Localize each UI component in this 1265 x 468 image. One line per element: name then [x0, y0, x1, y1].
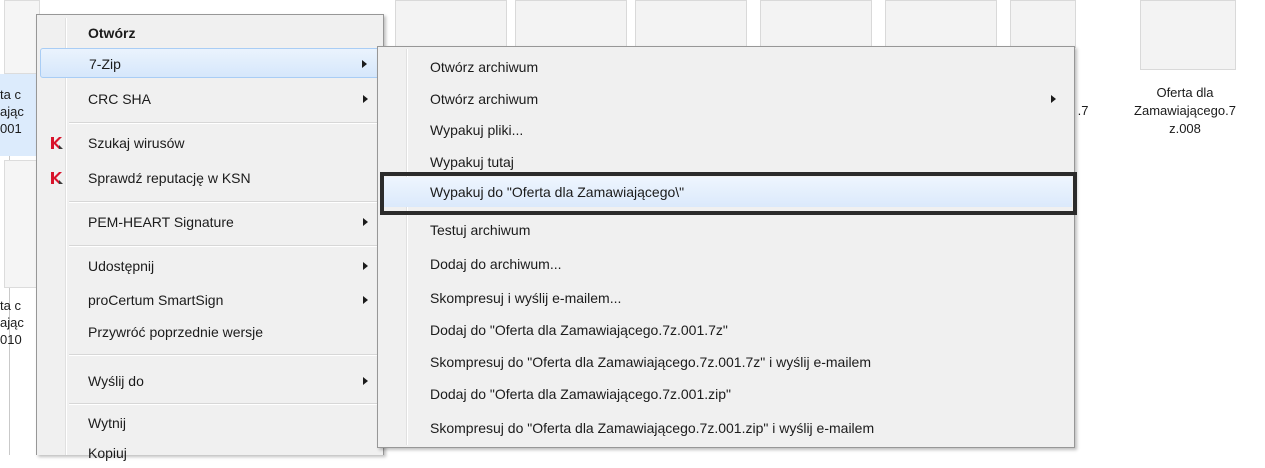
- menu-item-procertum[interactable]: proCertum SmartSign: [40, 285, 380, 315]
- context-menu: Otwórz 7-Zip CRC SHA Szukaj wirusów Spra…: [36, 14, 384, 461]
- submenu-item-label: Skompresuj do "Oferta dla Zamawiającego.…: [430, 420, 875, 436]
- submenu-item-label: Skompresuj do "Oferta dla Zamawiającego.…: [430, 354, 872, 370]
- menu-item-7zip[interactable]: 7-Zip: [40, 48, 380, 78]
- submenu-arrow-icon: [363, 262, 368, 270]
- menu-item-label: Sprawdź reputację w KSN: [88, 170, 251, 186]
- menu-item-pem-heart[interactable]: PEM-HEART Signature: [40, 207, 380, 237]
- submenu-arrow-icon: [1051, 95, 1056, 103]
- menu-item-label: Udostępnij: [88, 258, 155, 274]
- file-thumbnail[interactable]: [515, 0, 627, 48]
- menu-item-label: Szukaj wirusów: [88, 135, 185, 151]
- menu-separator: [69, 201, 380, 203]
- submenu-item-test-archive[interactable]: Testuj archiwum: [380, 215, 1072, 245]
- submenu-item-compress-7z-email[interactable]: Skompresuj do "Oferta dla Zamawiającego.…: [380, 347, 1072, 377]
- menu-item-label: Wyślij do: [88, 373, 144, 389]
- menu-item-cut[interactable]: Wytnij: [40, 408, 380, 438]
- submenu-item-open-archive-as[interactable]: Otwórz archiwum: [380, 84, 1072, 114]
- submenu-item-label: Dodaj do archiwum...: [430, 256, 562, 272]
- submenu-item-compress-email[interactable]: Skompresuj i wyślij e-mailem...: [380, 283, 1072, 313]
- kaspersky-icon: [51, 172, 63, 184]
- menu-item-label: Przywróć poprzednie wersje: [88, 324, 264, 340]
- menu-separator: [69, 245, 380, 247]
- submenu-item-label: Testuj archiwum: [430, 222, 531, 238]
- 7zip-submenu: Otwórz archiwum Otwórz archiwum Wypakuj …: [377, 46, 1075, 448]
- submenu-item-open-archive[interactable]: Otwórz archiwum: [380, 52, 1072, 82]
- submenu-arrow-icon: [363, 296, 368, 304]
- partial-file-name[interactable]: ta c ając 001: [0, 86, 36, 137]
- file-thumbnail[interactable]: [4, 0, 40, 74]
- menu-item-label: Otwórz: [88, 25, 136, 41]
- menu-item-label: PEM-HEART Signature: [88, 214, 234, 230]
- partial-file-name[interactable]: .7: [1076, 102, 1090, 120]
- highlight-callout-frame: [380, 172, 1077, 215]
- submenu-arrow-icon: [363, 377, 368, 385]
- menu-item-label: Kopiuj: [88, 445, 127, 461]
- file-name[interactable]: Oferta dla Zamawiającego.7 z.008: [1110, 84, 1260, 138]
- menu-item-send-to[interactable]: Wyślij do: [40, 366, 380, 396]
- submenu-arrow-icon: [362, 60, 367, 68]
- submenu-item-add-to-archive[interactable]: Dodaj do archiwum...: [380, 249, 1072, 279]
- kaspersky-icon: [51, 137, 63, 149]
- menu-item-label: CRC SHA: [88, 91, 152, 107]
- menu-separator: [69, 403, 380, 405]
- file-thumbnail[interactable]: [885, 0, 997, 48]
- partial-file-name[interactable]: ta c ając 010: [0, 297, 36, 348]
- submenu-item-label: Skompresuj i wyślij e-mailem...: [430, 290, 622, 306]
- submenu-item-compress-zip-email[interactable]: Skompresuj do "Oferta dla Zamawiającego.…: [380, 413, 1072, 443]
- submenu-item-label: Otwórz archiwum: [430, 59, 539, 75]
- file-thumbnail[interactable]: [1010, 0, 1076, 48]
- menu-item-restore-versions[interactable]: Przywróć poprzednie wersje: [40, 317, 380, 347]
- menu-separator: [69, 122, 380, 124]
- submenu-item-add-to-zip[interactable]: Dodaj do "Oferta dla Zamawiającego.7z.00…: [380, 379, 1072, 409]
- submenu-item-add-to-7z[interactable]: Dodaj do "Oferta dla Zamawiającego.7z.00…: [380, 315, 1072, 345]
- file-thumbnail[interactable]: [395, 0, 507, 48]
- file-thumbnail[interactable]: [4, 160, 40, 288]
- submenu-item-label: Otwórz archiwum: [430, 91, 539, 107]
- menu-item-open[interactable]: Otwórz: [40, 18, 380, 48]
- menu-item-copy[interactable]: Kopiuj: [40, 438, 380, 468]
- menu-separator: [69, 354, 380, 356]
- submenu-item-label: Wypakuj pliki...: [430, 122, 524, 138]
- file-thumbnail[interactable]: [1140, 0, 1236, 70]
- submenu-item-extract-files[interactable]: Wypakuj pliki...: [380, 115, 1072, 145]
- menu-item-scan-viruses[interactable]: Szukaj wirusów: [40, 128, 380, 158]
- menu-item-label: Wytnij: [88, 415, 126, 431]
- menu-item-check-reputation[interactable]: Sprawdź reputację w KSN: [40, 163, 380, 193]
- file-thumbnail[interactable]: [760, 0, 872, 48]
- file-thumbnail[interactable]: [635, 0, 747, 48]
- submenu-item-label: Dodaj do "Oferta dla Zamawiającego.7z.00…: [430, 386, 731, 402]
- menu-item-label: proCertum SmartSign: [88, 292, 224, 308]
- menu-item-crc-sha[interactable]: CRC SHA: [40, 84, 380, 114]
- submenu-arrow-icon: [363, 95, 368, 103]
- submenu-item-label: Dodaj do "Oferta dla Zamawiającego.7z.00…: [430, 322, 728, 338]
- menu-item-label: 7-Zip: [89, 56, 121, 72]
- menu-item-share[interactable]: Udostępnij: [40, 251, 380, 281]
- submenu-arrow-icon: [363, 218, 368, 226]
